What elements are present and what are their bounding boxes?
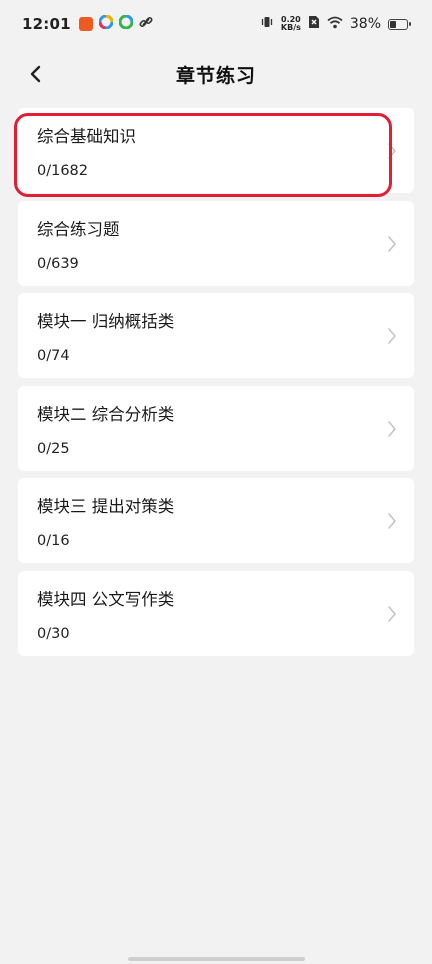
chevron-right-icon bbox=[384, 418, 400, 440]
chapter-item[interactable]: 模块二 综合分析类 0/25 bbox=[18, 385, 414, 471]
wifi-icon bbox=[327, 16, 343, 33]
chapter-list: 综合基础知识 0/1682 综合练习题 0/639 模块一 归纳概括类 0/74 模块二 综… bbox=[18, 108, 414, 663]
battery-icon bbox=[388, 18, 411, 30]
chapter-progress: 0/30 bbox=[37, 625, 70, 642]
chevron-right-icon bbox=[384, 325, 400, 347]
network-speed-unit: KB/s bbox=[280, 23, 301, 32]
chapter-progress: 0/25 bbox=[37, 440, 70, 457]
status-bar: 12:01 0.20 KB/s 38% bbox=[0, 0, 432, 48]
battery-fill bbox=[390, 20, 397, 28]
status-bar-left: 12:01 bbox=[22, 14, 153, 33]
chevron-left-icon bbox=[30, 65, 41, 83]
chevron-right-icon bbox=[384, 140, 400, 162]
chapter-item[interactable]: 模块一 归纳概括类 0/74 bbox=[18, 293, 414, 378]
chapter-title: 综合基础知识 bbox=[37, 127, 136, 146]
nav-bar: 章节练习 bbox=[0, 48, 432, 100]
chevron-right-icon bbox=[384, 603, 400, 625]
chapter-item[interactable]: 模块三 提出对策类 0/16 bbox=[18, 478, 414, 563]
chapter-progress: 0/74 bbox=[37, 348, 70, 364]
chapter-item[interactable]: 综合基础知识 0/1682 bbox=[18, 108, 414, 193]
status-time: 12:01 bbox=[22, 15, 71, 33]
chapter-progress: 0/1682 bbox=[37, 163, 89, 179]
status-bar-right: 0.20 KB/s 38% bbox=[260, 15, 411, 33]
chevron-right-icon bbox=[384, 233, 400, 255]
battery-percentage: 38% bbox=[349, 16, 381, 32]
vibrate-icon bbox=[260, 15, 274, 33]
chapter-item[interactable]: 综合练习题 0/639 bbox=[18, 200, 414, 286]
link-icon bbox=[139, 15, 153, 33]
chapter-progress: 0/16 bbox=[37, 533, 70, 549]
chapter-title: 综合练习题 bbox=[37, 219, 120, 239]
back-button[interactable] bbox=[20, 58, 52, 90]
chapter-title: 模块四 公文写作类 bbox=[37, 589, 175, 609]
app-notification-icon bbox=[78, 17, 93, 31]
page-title: 章节练习 bbox=[175, 64, 256, 87]
app-notification-icon bbox=[118, 14, 134, 33]
chapter-item[interactable]: 模块四 公文写作类 0/30 bbox=[18, 570, 414, 656]
chapter-title: 模块三 提出对策类 bbox=[37, 497, 175, 516]
home-indicator[interactable] bbox=[128, 957, 305, 961]
chapter-progress: 0/639 bbox=[37, 255, 79, 272]
chapter-title: 模块二 综合分析类 bbox=[37, 404, 175, 424]
app-notification-icon bbox=[98, 14, 114, 33]
chevron-right-icon bbox=[384, 510, 400, 532]
no-sim-icon bbox=[308, 15, 320, 33]
network-speed: 0.20 KB/s bbox=[281, 16, 301, 32]
chapter-title: 模块一 归纳概括类 bbox=[37, 312, 175, 331]
